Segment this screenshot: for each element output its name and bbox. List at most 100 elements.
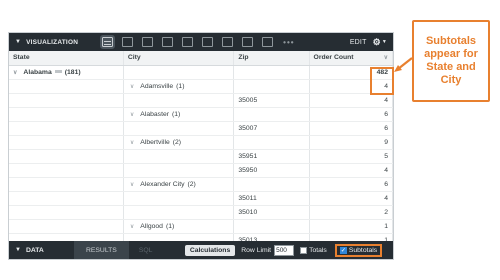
cell-zip[interactable] (233, 135, 310, 150)
sort-caret-icon[interactable]: ∨ (384, 54, 388, 61)
cell-order-count[interactable]: 4 (309, 191, 394, 206)
visualization-title[interactable]: VISUALIZATION (26, 39, 102, 46)
cell-city[interactable]: ∨ Allgood (1) (123, 219, 235, 234)
table-row: ∨ Adamsville (1) 4 (9, 79, 394, 94)
visualization-type-icons (100, 35, 274, 49)
cell-state[interactable] (9, 205, 124, 220)
table-icon[interactable] (100, 35, 116, 49)
pie-chart-icon[interactable] (222, 37, 234, 47)
table-row: ∨ Albertville (2) 9 (9, 135, 394, 150)
cell-state[interactable] (9, 121, 124, 136)
cell-state[interactable] (9, 191, 124, 206)
single-value-icon[interactable] (262, 37, 274, 47)
gear-icon[interactable]: ⚙ (373, 37, 381, 48)
cell-state[interactable] (9, 93, 124, 108)
bar-icon (54, 70, 62, 74)
subtotals-label: Subtotals (348, 246, 378, 254)
cell-city[interactable]: ∨ Alexander City (2) (123, 177, 235, 192)
line-chart-icon[interactable] (182, 37, 194, 47)
cell-order-count[interactable]: 4 (309, 93, 394, 108)
cell-order-count[interactable]: 4 (309, 163, 394, 178)
column-chart-icon[interactable] (122, 37, 134, 47)
cell-zip[interactable]: 35951 (233, 149, 310, 164)
cell-zip[interactable]: 35007 (233, 121, 310, 136)
table-body: ∨ Alabama (181) 482 ∨ Adamsville (1) 4 35005 4 ∨ Al… (9, 65, 394, 248)
cell-zip[interactable] (233, 65, 310, 80)
totals-checkbox[interactable] (300, 246, 308, 254)
cell-order-count[interactable]: 9 (309, 135, 394, 150)
cell-city[interactable]: ∨ Alabaster (1) (123, 107, 235, 122)
city-count: (2) (187, 180, 196, 188)
cell-order-count[interactable]: 5 (309, 149, 394, 164)
scatter-icon[interactable] (162, 37, 174, 47)
chevron-down-icon[interactable]: ∨ (130, 223, 134, 230)
totals-label: Totals (309, 246, 327, 254)
tab-sql[interactable]: SQL (129, 247, 185, 254)
cell-city[interactable] (123, 205, 235, 220)
city-count: (2) (172, 138, 182, 146)
cell-state[interactable] (9, 177, 124, 192)
cell-city[interactable] (123, 121, 235, 136)
column-header-zip[interactable]: Zip (233, 51, 310, 66)
cell-zip[interactable]: 35950 (233, 163, 310, 178)
more-visualizations-icon[interactable]: ••• (283, 38, 294, 47)
chevron-down-icon[interactable]: ▼ (382, 39, 387, 45)
table-row: ∨ Allgood (1) 1 (9, 219, 394, 234)
cell-order-count[interactable]: 1 (309, 219, 394, 234)
city-count: (1) (176, 82, 185, 90)
chevron-down-icon[interactable]: ∨ (13, 69, 17, 76)
cell-state[interactable] (9, 135, 124, 150)
cell-city[interactable]: ∨ Albertville (2) (123, 135, 235, 150)
table-row: ∨ Alabama (181) 482 (9, 65, 394, 80)
state-name: Alabama (23, 68, 52, 76)
tab-data[interactable]: DATA (26, 247, 74, 254)
cell-state[interactable] (9, 107, 124, 122)
table-row: ∨ Alexander City (2) 6 (9, 177, 394, 192)
cell-zip[interactable] (233, 219, 310, 234)
cell-zip[interactable] (233, 107, 310, 122)
row-limit-label: Row Limit (241, 246, 272, 254)
map-icon[interactable] (242, 37, 254, 47)
calculations-button[interactable]: Calculations (184, 244, 236, 256)
collapse-caret-icon[interactable]: ▼ (15, 247, 21, 253)
cell-zip[interactable] (233, 177, 310, 192)
visualization-bar: ▼ VISUALIZATION ••• EDIT ⚙ ▼ (9, 33, 393, 51)
cell-city[interactable] (123, 65, 235, 80)
cell-state[interactable] (9, 79, 124, 94)
cell-state[interactable]: ∨ Alabama (181) (9, 65, 124, 80)
column-header-city[interactable]: City (123, 51, 235, 66)
chevron-down-icon[interactable]: ∨ (130, 139, 134, 146)
cell-state[interactable] (9, 219, 124, 234)
cell-city[interactable]: ∨ Adamsville (1) (123, 79, 235, 94)
cell-city[interactable] (123, 93, 235, 108)
column-header-state[interactable]: State (9, 51, 124, 66)
bar-chart-icon[interactable] (142, 37, 154, 47)
chevron-down-icon[interactable]: ∨ (130, 111, 134, 118)
explore-panel: ▼ VISUALIZATION ••• EDIT ⚙ ▼ State City Z… (8, 32, 394, 260)
cell-city[interactable] (123, 163, 235, 178)
area-chart-icon[interactable] (202, 37, 214, 47)
table-row: 35951 5 (9, 149, 394, 164)
city-name: Alexander City (140, 180, 185, 188)
row-limit-input[interactable]: 500 (274, 244, 295, 256)
chevron-down-icon[interactable]: ∨ (130, 181, 134, 188)
cell-order-count[interactable]: 6 (309, 107, 394, 122)
cell-state[interactable] (9, 149, 124, 164)
subtotals-checkbox[interactable]: ✓ (339, 246, 347, 254)
cell-state[interactable] (9, 163, 124, 178)
cell-order-count[interactable]: 6 (309, 121, 394, 136)
column-header-order-count[interactable]: Order Count ∨ (309, 51, 394, 66)
cell-zip[interactable] (233, 79, 310, 94)
cell-order-count[interactable]: 6 (309, 177, 394, 192)
cell-zip[interactable]: 35005 (233, 93, 310, 108)
cell-order-count[interactable]: 2 (309, 205, 394, 220)
tab-results[interactable]: RESULTS (73, 241, 129, 259)
cell-zip[interactable]: 35011 (233, 191, 310, 206)
edit-button[interactable]: EDIT (350, 39, 367, 46)
chevron-down-icon[interactable]: ∨ (130, 83, 134, 90)
cell-zip[interactable]: 35010 (233, 205, 310, 220)
cell-city[interactable] (123, 191, 235, 206)
callout-box: Subtotals appear for State and City (412, 20, 490, 102)
collapse-caret-icon[interactable]: ▼ (15, 39, 21, 45)
cell-city[interactable] (123, 149, 235, 164)
